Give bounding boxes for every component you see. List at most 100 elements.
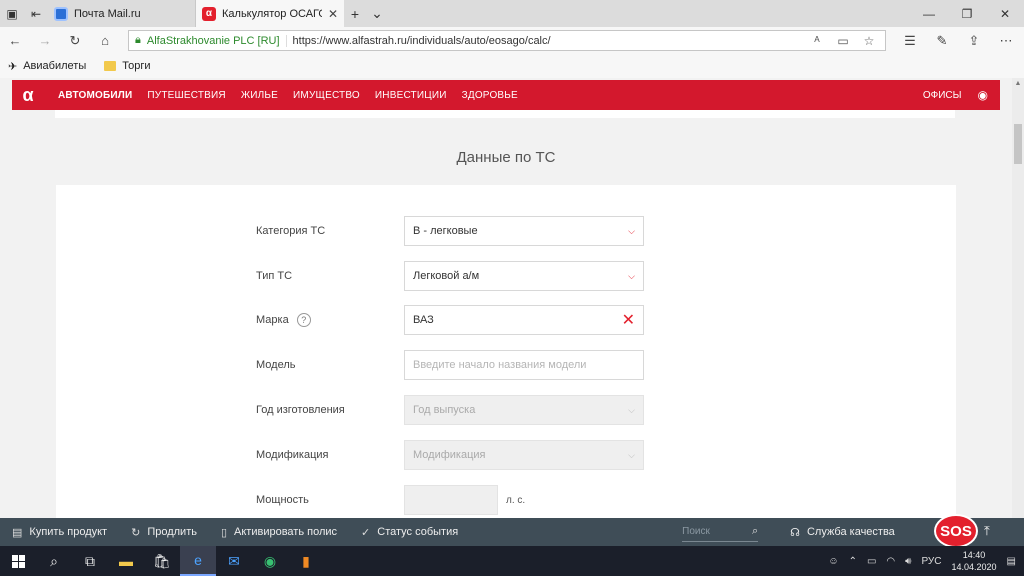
modification-placeholder: Модификация <box>413 449 486 461</box>
menu-item-housing[interactable]: ЖИЛЬЕ <box>241 90 278 101</box>
forward-icon[interactable]: → <box>30 33 60 48</box>
menu-item-health[interactable]: ЗДОРОВЬЕ <box>462 90 518 101</box>
search-icon[interactable]: ⌕ <box>752 525 758 538</box>
category-label: Категория ТС <box>256 225 326 237</box>
tab-mail[interactable]: Почта Mail.ru <box>48 0 196 27</box>
menu-item-auto[interactable]: АВТОМОБИЛИ <box>58 90 132 101</box>
help-icon[interactable]: ? <box>296 313 311 327</box>
search-placeholder: Поиск <box>682 526 710 537</box>
favorites-bar: ✈ Авиабилеты Торги <box>0 54 1024 78</box>
home-icon[interactable]: ⌂ <box>90 33 120 48</box>
minimize-icon[interactable]: — <box>910 0 948 27</box>
renew-icon: ↻ <box>131 526 141 539</box>
scroll-up-arrow-icon[interactable]: ▲ <box>1012 78 1024 90</box>
tab-title: Почта Mail.ru <box>74 7 141 20</box>
start-button[interactable] <box>0 546 36 576</box>
more-icon[interactable]: ⋯ <box>996 33 1016 49</box>
browser-tab-bar: ▣ ⇤ Почта Mail.ru α Калькулятор ОСАГО 20… <box>0 0 1024 27</box>
sos-button[interactable]: SOS <box>934 514 978 548</box>
search-input[interactable]: Поиск ⌕ <box>682 522 759 542</box>
task-view-icon[interactable]: ⧉ <box>72 546 108 576</box>
system-tray: ☺ ⌃ ▭ ◠ 🔊︎ РУС 14:40 14.04.2020 ▤ <box>828 549 1024 573</box>
mail-icon[interactable]: ✉ <box>216 546 252 576</box>
document-app-icon[interactable]: ▮ <box>288 546 324 576</box>
new-tab-icon[interactable]: + <box>344 0 366 27</box>
main-menu: АВТОМОБИЛИ ПУТЕШЕСТВИЯ ЖИЛЬЕ ИМУЩЕСТВО И… <box>58 90 518 101</box>
favorite-label: Авиабилеты <box>23 60 87 72</box>
volume-icon[interactable]: 🔊︎ <box>905 556 911 567</box>
power-unit: л. с. <box>506 494 526 506</box>
model-input[interactable]: Введите начало названия модели <box>404 350 644 380</box>
tab-actions-icon[interactable]: ▣ <box>0 0 24 27</box>
menu-item-investments[interactable]: ИНВЕСТИЦИИ <box>375 90 447 101</box>
favorites-hub-icon[interactable]: ☰ <box>900 33 920 49</box>
web-note-icon[interactable]: ✎ <box>932 33 952 49</box>
plane-icon: ✈ <box>8 60 18 73</box>
extend-label: Продлить <box>147 526 197 538</box>
modification-label: Модификация <box>256 449 329 461</box>
battery-icon[interactable]: ▭ <box>867 556 876 567</box>
year-select[interactable]: Год выпуска ⌵ <box>404 395 644 425</box>
alfa-favicon-icon: α <box>202 6 216 21</box>
document-icon: ▯ <box>220 526 228 539</box>
tab-preview-chevron-icon[interactable]: ⌄ <box>366 0 388 27</box>
menu-item-property[interactable]: ИМУЩЕСТВО <box>293 90 360 101</box>
status-label: Статус события <box>377 526 459 538</box>
certificate-name: AlfaStrakhovanie PLC [RU] <box>147 34 287 47</box>
file-explorer-icon[interactable]: ▬ <box>108 546 144 576</box>
back-icon[interactable]: ← <box>0 33 30 48</box>
quality-service-button[interactable]: ☊ Служба качества <box>790 526 895 539</box>
category-select[interactable]: B - легковые ⌵ <box>404 216 644 246</box>
clear-icon[interactable]: ✕ <box>622 310 635 330</box>
row-modification: Модификация Модификация ⌵ <box>256 440 646 470</box>
type-value: Легковой а/м <box>413 270 480 282</box>
set-tabs-aside-icon[interactable]: ⇤ <box>24 0 48 27</box>
url-text: https://www.alfastrah.ru/individuals/aut… <box>292 34 551 47</box>
quality-label: Служба качества <box>806 526 895 538</box>
page-scrollbar[interactable]: ▲ <box>1012 78 1024 518</box>
buy-product-button[interactable]: ▤ Купить продукт <box>12 526 107 539</box>
reading-view-icon[interactable]: ▭ <box>833 34 853 48</box>
offices-link[interactable]: ОФИСЫ <box>923 90 962 101</box>
eye-icon[interactable]: ◉ <box>978 88 988 102</box>
activate-policy-button[interactable]: ▯ Активировать полис <box>221 526 337 539</box>
refresh-icon[interactable]: ↻ <box>60 33 90 49</box>
tab-osago[interactable]: α Калькулятор ОСАГО 20 ✕ <box>196 0 344 27</box>
close-tab-icon[interactable]: ✕ <box>328 7 338 21</box>
favorite-star-icon[interactable]: ☆ <box>859 34 879 48</box>
scroll-thumb[interactable] <box>1014 124 1022 164</box>
alfa-logo[interactable]: α <box>12 80 44 110</box>
extend-button[interactable]: ↻ Продлить <box>131 526 197 539</box>
chevron-down-icon: ⌵ <box>628 270 635 281</box>
url-input[interactable]: 🔒︎ AlfaStrakhovanie PLC [RU] https://www… <box>128 30 886 51</box>
model-placeholder: Введите начало названия модели <box>413 359 587 371</box>
whatsapp-icon[interactable]: ◉ <box>252 546 288 576</box>
close-window-icon[interactable]: ✕ <box>986 0 1024 27</box>
people-icon[interactable]: ☺ <box>828 556 838 567</box>
type-select[interactable]: Легковой а/м ⌵ <box>404 261 644 291</box>
notifications-icon[interactable]: ▤ <box>1007 556 1016 567</box>
wifi-icon[interactable]: ◠ <box>886 556 895 567</box>
search-icon[interactable]: ⌕ <box>36 546 72 576</box>
tray-expand-icon[interactable]: ⌃ <box>849 556 857 567</box>
scroll-to-top-icon[interactable]: ⤒ <box>984 523 990 539</box>
restore-icon[interactable]: ❐ <box>948 0 986 27</box>
brand-input[interactable]: ВАЗ ✕ <box>404 305 644 335</box>
mail-favicon-icon <box>54 6 68 21</box>
lock-icon: 🔒︎ <box>135 34 141 46</box>
modification-select[interactable]: Модификация ⌵ <box>404 440 644 470</box>
cart-icon: ▤ <box>12 526 23 539</box>
read-aloud-icon[interactable]: ᴬ <box>807 34 827 48</box>
language-indicator[interactable]: РУС <box>921 556 941 567</box>
event-status-button[interactable]: ✓ Статус события <box>361 526 458 539</box>
site-nav-bar: α АВТОМОБИЛИ ПУТЕШЕСТВИЯ ЖИЛЬЕ ИМУЩЕСТВО… <box>12 80 1000 110</box>
store-icon[interactable]: 🛍︎ <box>144 546 180 576</box>
clock[interactable]: 14:40 14.04.2020 <box>952 549 997 573</box>
power-input[interactable] <box>404 485 498 515</box>
share-icon[interactable]: ⇪ <box>964 33 984 49</box>
favorite-torgi[interactable]: Торги <box>104 60 151 72</box>
menu-item-travel[interactable]: ПУТЕШЕСТВИЯ <box>147 90 225 101</box>
favorite-aviatickets[interactable]: ✈ Авиабилеты <box>8 60 86 73</box>
clock-time: 14:40 <box>962 550 986 560</box>
edge-icon[interactable]: e <box>180 546 216 576</box>
